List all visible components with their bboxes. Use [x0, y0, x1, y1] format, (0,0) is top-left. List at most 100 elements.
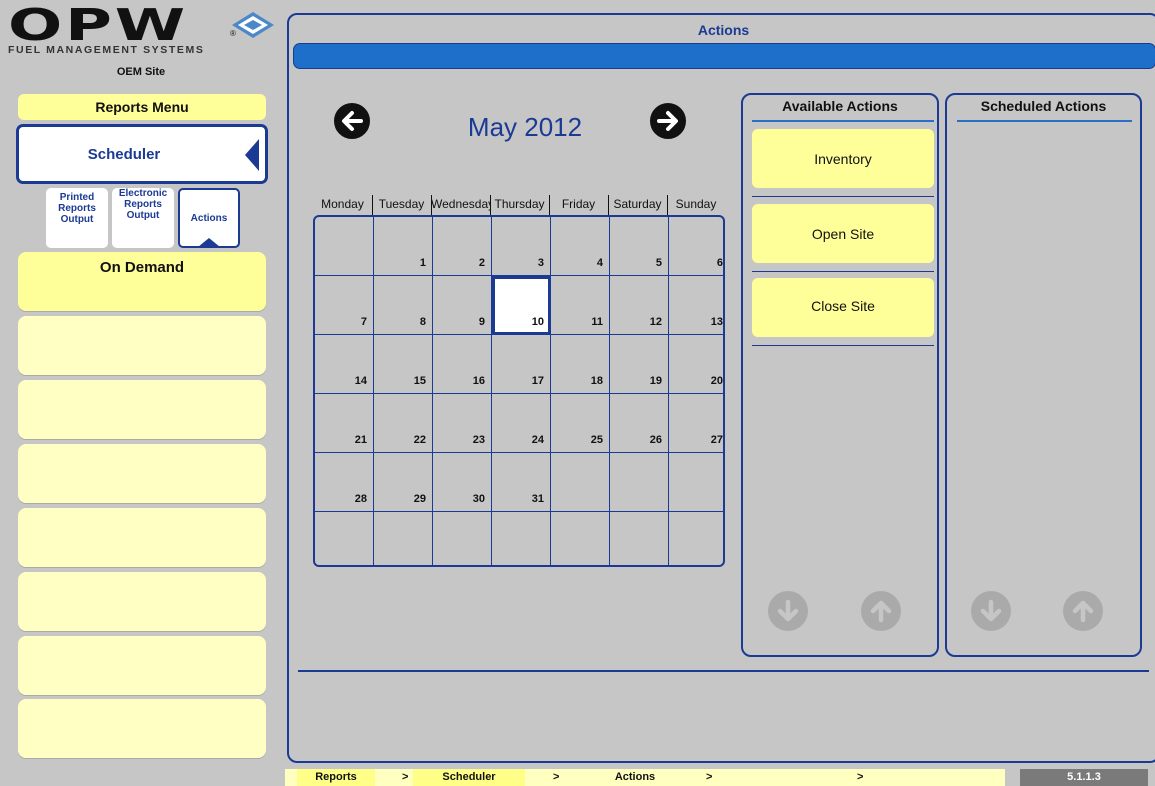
calendar-day[interactable]: 16	[433, 335, 492, 394]
calendar-day-number: 26	[649, 434, 662, 446]
arrow-down-icon	[980, 599, 1002, 622]
calendar-day[interactable]: 30	[433, 453, 492, 512]
collapse-arrow-icon	[245, 139, 259, 171]
scheduled-move-up-button[interactable]	[1063, 591, 1103, 631]
weekday-label: Saturday	[613, 197, 662, 211]
version-badge: 5.1.1.3	[1020, 769, 1148, 786]
breadcrumb-separator: >	[553, 771, 560, 783]
menu-slot-empty[interactable]	[18, 508, 266, 567]
action-inventory[interactable]: Inventory	[752, 129, 934, 188]
breadcrumb-actions[interactable]: Actions	[595, 769, 675, 786]
calendar-day[interactable]: 28	[315, 453, 374, 512]
scheduler-label: Scheduler	[87, 146, 161, 163]
available-move-down-button[interactable]	[768, 591, 808, 631]
logo-diamond-icon: ®	[230, 12, 274, 38]
calendar-day-number: 30	[472, 493, 485, 505]
calendar-day[interactable]: 11	[551, 276, 610, 335]
weekday-label: Thursday	[494, 197, 545, 211]
action-close-site[interactable]: Close Site	[752, 278, 934, 337]
calendar-day[interactable]: 23	[433, 394, 492, 453]
scheduled-actions-title: Scheduled Actions	[980, 98, 1107, 114]
calendar-day[interactable]: 15	[374, 335, 433, 394]
divider	[957, 120, 1132, 122]
logo-wordmark: OPW	[8, 0, 189, 51]
calendar-day[interactable]: 3	[492, 217, 551, 276]
calendar-day-number: 17	[531, 375, 544, 387]
calendar-day[interactable]: 27	[669, 394, 723, 453]
calendar-day-number: 1	[419, 257, 426, 269]
calendar-day[interactable]: 22	[374, 394, 433, 453]
divider	[752, 196, 934, 197]
calendar-day[interactable]: 17	[492, 335, 551, 394]
available-actions-title: Available Actions	[782, 98, 898, 114]
calendar-day-empty	[551, 453, 610, 512]
calendar-day-empty	[433, 512, 492, 565]
calendar-day[interactable]: 2	[433, 217, 492, 276]
menu-slot-empty[interactable]	[18, 316, 266, 375]
arrow-up-icon	[1072, 600, 1094, 623]
calendar-day[interactable]: 7	[315, 276, 374, 335]
menu-slot-empty[interactable]	[18, 380, 266, 439]
breadcrumb-scheduler[interactable]: Scheduler	[413, 769, 525, 786]
calendar-day[interactable]: 12	[610, 276, 669, 335]
calendar-day[interactable]: 4	[551, 217, 610, 276]
calendar-day-number: 8	[419, 316, 426, 328]
scheduler-button[interactable]: Scheduler	[16, 124, 268, 184]
calendar-day-number: 22	[413, 434, 426, 446]
divider	[752, 345, 934, 346]
tab-actions-label: Actions	[190, 212, 228, 224]
calendar-day[interactable]: 21	[315, 394, 374, 453]
prev-month-button[interactable]	[334, 103, 370, 139]
calendar-day[interactable]: 26	[610, 394, 669, 453]
weekday-label: Monday	[321, 197, 364, 211]
calendar-day[interactable]: 13	[669, 276, 723, 335]
available-move-up-button[interactable]	[861, 591, 901, 631]
calendar-day[interactable]: 10	[492, 276, 551, 335]
calendar-day[interactable]: 8	[374, 276, 433, 335]
calendar-day-empty	[315, 512, 374, 565]
on-demand-button[interactable]: On Demand	[18, 252, 266, 311]
calendar-day[interactable]: 20	[669, 335, 723, 394]
calendar-day-number: 18	[590, 375, 603, 387]
breadcrumb-reports[interactable]: Reports	[297, 769, 375, 786]
calendar-day-empty	[610, 453, 669, 512]
next-month-button[interactable]	[650, 103, 686, 139]
arrow-right-icon	[657, 111, 678, 131]
calendar-day-number: 31	[531, 493, 544, 505]
scheduled-move-down-button[interactable]	[971, 591, 1011, 631]
calendar-day-empty	[669, 453, 723, 512]
opw-logo: OPW ® FUEL MANAGEMENT SYSTEMS	[8, 0, 283, 66]
calendar-day-empty	[610, 512, 669, 565]
weekday-separator	[431, 195, 432, 215]
calendar-day[interactable]: 29	[374, 453, 433, 512]
calendar-day-number: 29	[413, 493, 426, 505]
calendar-day[interactable]: 31	[492, 453, 551, 512]
weekday-label: Sunday	[675, 197, 717, 211]
calendar-day[interactable]: 9	[433, 276, 492, 335]
menu-slot-empty[interactable]	[18, 636, 266, 695]
calendar-day[interactable]: 18	[551, 335, 610, 394]
breadcrumb-separator: >	[706, 771, 713, 783]
calendar-day[interactable]: 14	[315, 335, 374, 394]
calendar-day[interactable]: 6	[669, 217, 723, 276]
tab-printed-label: Printed Reports Output	[58, 192, 96, 225]
menu-slot-empty[interactable]	[18, 572, 266, 631]
calendar-day[interactable]: 25	[551, 394, 610, 453]
calendar-day-number: 7	[360, 316, 367, 328]
calendar-day[interactable]: 1	[374, 217, 433, 276]
calendar-day[interactable]: 5	[610, 217, 669, 276]
calendar-day-number: 12	[649, 316, 662, 328]
menu-slot-empty[interactable]	[18, 699, 266, 758]
calendar-day[interactable]: 24	[492, 394, 551, 453]
title-bar	[293, 43, 1155, 69]
action-open-site[interactable]: Open Site	[752, 204, 934, 263]
reports-menu-header: Reports Menu	[18, 94, 266, 120]
divider	[298, 670, 1149, 672]
weekday-separator	[372, 195, 373, 215]
calendar-day[interactable]: 19	[610, 335, 669, 394]
menu-slot-empty[interactable]	[18, 444, 266, 503]
calendar-day-number: 19	[649, 375, 662, 387]
calendar-day-empty	[669, 512, 723, 565]
calendar-day-number: 16	[472, 375, 485, 387]
calendar-day-number: 3	[537, 257, 544, 269]
